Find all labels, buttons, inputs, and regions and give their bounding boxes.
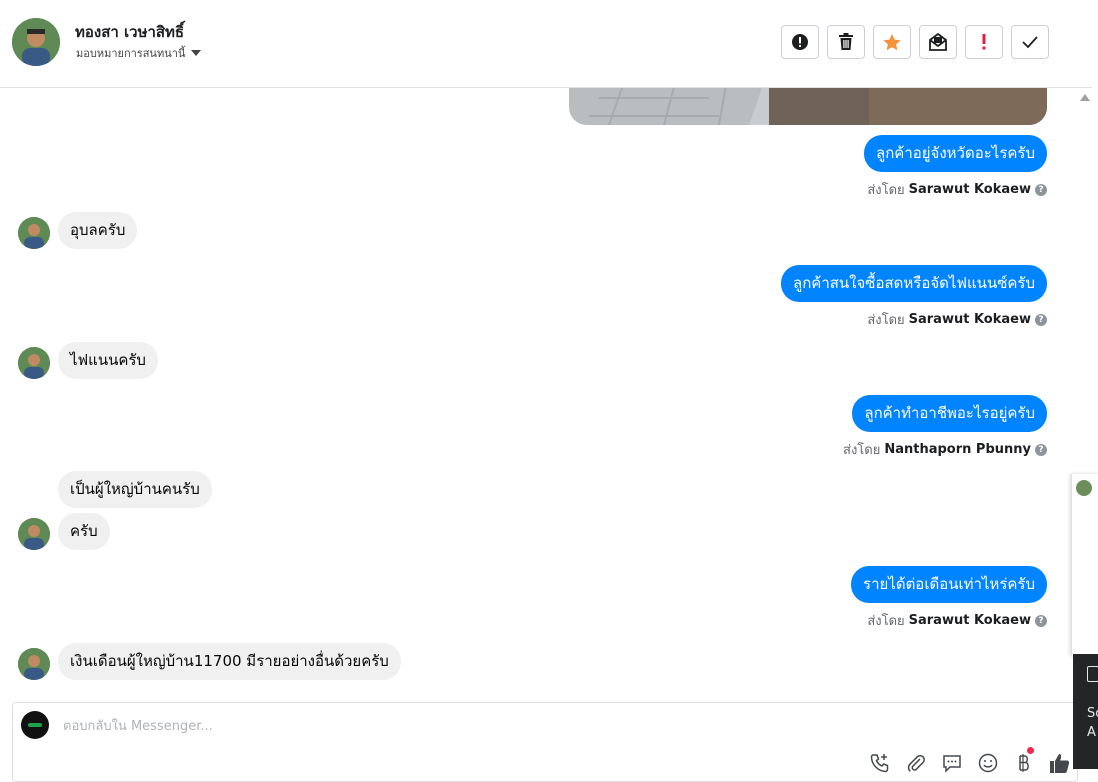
message-thread[interactable]: ลูกค้าอยู่จังหวัดอะไรครับ ส่งโดย Sarawut…: [0, 88, 1066, 700]
like-icon: [1050, 754, 1070, 773]
help-icon[interactable]: ?: [1035, 313, 1047, 326]
sender-name: Nanthaporn Pbunny: [884, 442, 1031, 457]
shared-photo[interactable]: [569, 88, 1047, 125]
conversation-header: ทองสา เวษาสิทธิ์ มอบหมายการสนทนานี้: [0, 0, 1092, 88]
sent-by-label: ส่งโดย Sarawut Kokaew ?: [867, 309, 1047, 330]
side-text-line2: A: [1087, 725, 1096, 740]
emoji-icon: [978, 753, 998, 773]
saved-reply-icon: [943, 755, 961, 773]
incoming-message[interactable]: เป็นผู้ใหญ่บ้านคนรับ: [58, 471, 212, 508]
outgoing-message[interactable]: ลูกค้าสนใจซื้อสดหรือจัดไฟแนนซ์ครับ: [781, 265, 1047, 302]
add-call-icon: [870, 754, 889, 773]
star-button[interactable]: [873, 25, 911, 59]
mark-spam-button[interactable]: [781, 25, 819, 59]
page-avatar: [21, 711, 49, 739]
side-dark-popup[interactable]: Sc A: [1073, 654, 1098, 769]
conversation-actions: [781, 25, 1049, 59]
side-chat-avatar[interactable]: [1076, 480, 1092, 496]
unread-mail-icon: [929, 33, 947, 51]
sender-name: Sarawut Kokaew: [908, 312, 1031, 327]
incoming-message[interactable]: อุบลครับ: [58, 212, 138, 249]
notification-dot: [1027, 747, 1034, 754]
sent-by-label: ส่งโดย Sarawut Kokaew ?: [867, 610, 1047, 631]
incoming-message[interactable]: ไฟแนนครับ: [58, 342, 158, 379]
like-button[interactable]: [1048, 751, 1072, 775]
side-text-line1: Sc: [1087, 706, 1098, 721]
sent-by-label: ส่งโดย Sarawut Kokaew ?: [867, 179, 1047, 200]
help-icon[interactable]: ?: [1035, 183, 1047, 196]
outgoing-message[interactable]: ลูกค้าอยู่จังหวัดอะไรครับ: [864, 135, 1047, 172]
add-call-button[interactable]: [868, 751, 892, 775]
incoming-message[interactable]: เงินเดือนผู้ใหญ่บ้าน11700 มีรายอย่างอื่น…: [58, 643, 401, 680]
contact-name[interactable]: ทองสา เวษาสิทธิ์: [75, 20, 184, 44]
side-chat-panel[interactable]: [1071, 474, 1098, 656]
reply-composer: [12, 702, 1078, 782]
assign-label: มอบหมายการสนทนานี้: [76, 47, 186, 60]
mark-unread-button[interactable]: [919, 25, 957, 59]
contact-avatar-small: [18, 217, 50, 249]
payment-icon: [1019, 754, 1029, 772]
sender-name: Sarawut Kokaew: [908, 613, 1031, 628]
contact-avatar-small: [18, 648, 50, 680]
payment-button[interactable]: [1012, 747, 1036, 775]
attachment-icon: [907, 754, 925, 772]
sender-name: Sarawut Kokaew: [908, 182, 1031, 197]
check-icon: [1022, 36, 1038, 49]
trash-icon: [839, 33, 853, 50]
emoji-button[interactable]: [976, 751, 1000, 775]
mark-done-button[interactable]: [1011, 25, 1049, 59]
chevron-down-icon: [191, 50, 202, 56]
attach-file-button[interactable]: [904, 751, 928, 775]
composer-toolbar: [868, 747, 1072, 775]
sent-by-prefix: ส่งโดย: [867, 183, 905, 198]
mark-important-button[interactable]: [965, 25, 1003, 59]
sent-by-prefix: ส่งโดย: [843, 443, 881, 458]
incoming-message[interactable]: ครับ: [58, 513, 110, 550]
outgoing-message[interactable]: ลูกค้าทำอาชีพอะไรอยู่ครับ: [852, 395, 1047, 432]
star-icon: [883, 33, 901, 50]
assign-conversation-dropdown[interactable]: มอบหมายการสนทนานี้: [76, 44, 202, 62]
important-icon: [982, 34, 986, 50]
reply-input[interactable]: [61, 713, 665, 739]
help-icon[interactable]: ?: [1035, 614, 1047, 627]
saved-replies-button[interactable]: [940, 751, 964, 775]
sent-by-prefix: ส่งโดย: [867, 614, 905, 629]
contact-avatar-small: [18, 518, 50, 550]
contact-avatar-small: [18, 347, 50, 379]
alert-icon: [792, 34, 808, 50]
side-app-icon: [1087, 666, 1098, 682]
sent-by-label: ส่งโดย Nanthaporn Pbunny ?: [843, 439, 1047, 460]
delete-button[interactable]: [827, 25, 865, 59]
help-icon[interactable]: ?: [1035, 443, 1047, 456]
sent-by-prefix: ส่งโดย: [867, 313, 905, 328]
scroll-up-arrow-icon[interactable]: [1080, 94, 1090, 101]
outgoing-message[interactable]: รายได้ต่อเดือนเท่าไหร่ครับ: [851, 566, 1047, 603]
contact-avatar[interactable]: [12, 18, 60, 66]
